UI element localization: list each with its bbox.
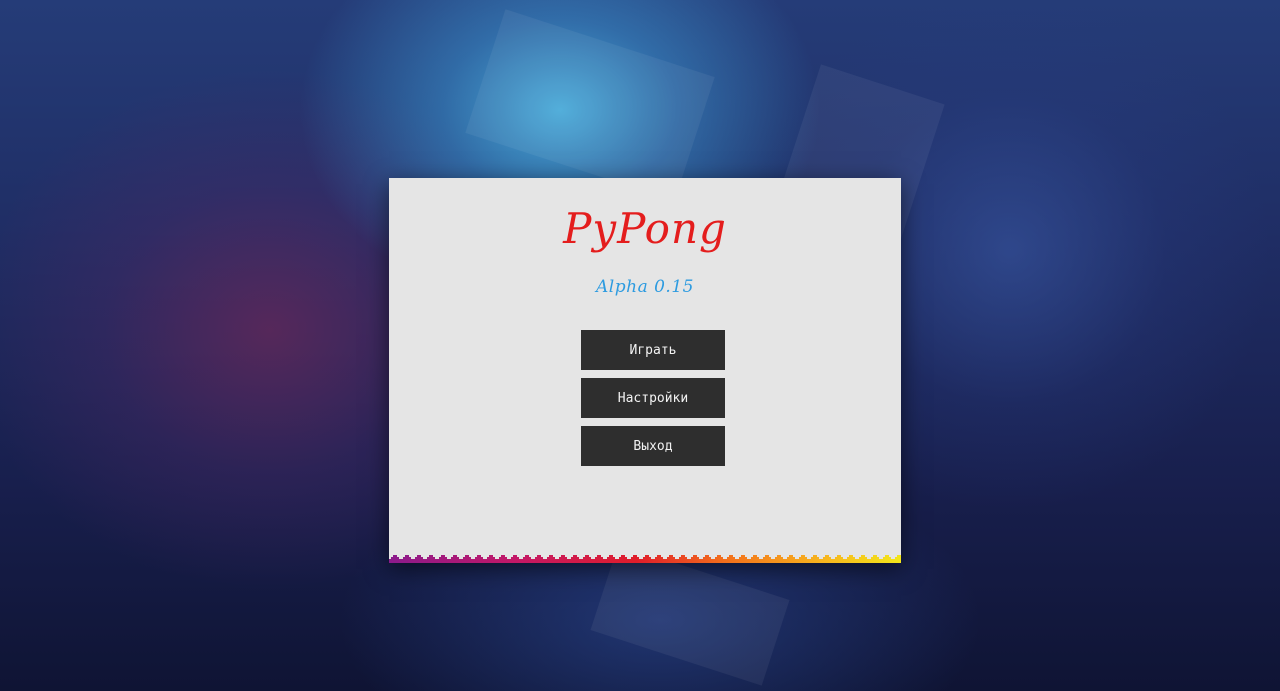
main-menu-window: PyPong Alpha 0.15 Играть Настройки Выход [389, 178, 901, 563]
exit-button[interactable]: Выход [581, 426, 725, 466]
version-label: Alpha 0.15 [596, 277, 694, 297]
play-button[interactable]: Играть [581, 330, 725, 370]
wallpaper-shard [465, 9, 715, 201]
settings-button[interactable]: Настройки [581, 378, 725, 418]
wallpaper-shard [590, 544, 790, 686]
game-title: PyPong [563, 204, 727, 253]
decorative-zigzag-strip [389, 555, 901, 563]
